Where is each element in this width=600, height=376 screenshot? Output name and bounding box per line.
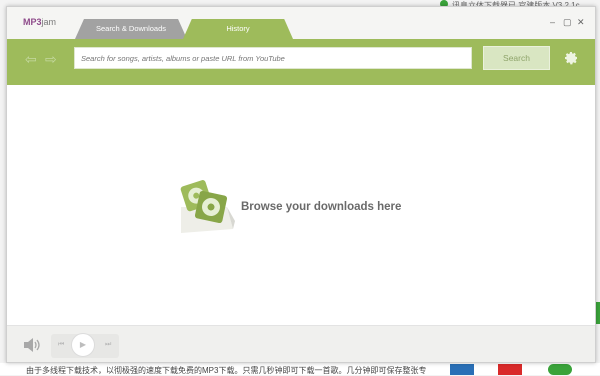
background-page-footer: 由于多线程下载技术，以彻极强的速度下载免费的MP3下载。只需几秒钟即可下载一首歌… — [0, 363, 600, 375]
play-button[interactable]: ▶ — [71, 333, 95, 357]
music-downloads-icon — [180, 180, 235, 233]
background-blue-icon — [450, 364, 474, 375]
background-footer-text: 由于多线程下载技术，以彻极强的速度下载免费的MP3下载。只需几秒钟即可下载一首歌… — [26, 366, 427, 375]
search-input[interactable] — [74, 47, 472, 69]
background-green-icon — [548, 364, 572, 375]
next-track-button[interactable]: ⏭ — [105, 341, 111, 349]
back-arrow-icon[interactable]: ⇦ — [25, 51, 37, 68]
forward-arrow-icon[interactable]: ⇨ — [45, 51, 57, 68]
volume-icon[interactable] — [23, 337, 41, 353]
close-button[interactable]: ✕ — [577, 17, 585, 28]
restore-button[interactable]: ▢ — [563, 17, 572, 28]
player-bar: ⏮ ▶ ⏭ — [7, 325, 595, 362]
search-button[interactable]: Search — [483, 46, 550, 70]
previous-track-button[interactable]: ⏮ — [58, 341, 64, 349]
tab-search-downloads[interactable]: Search & Downloads — [75, 19, 187, 39]
app-window: MP3jam Search & Downloads History – ▢ ✕ … — [6, 6, 596, 363]
history-content-area: Browse your downloads here — [7, 85, 595, 325]
title-bar: MP3jam Search & Downloads History – ▢ ✕ — [7, 7, 595, 39]
settings-gear-icon[interactable] — [563, 50, 579, 66]
background-red-icon — [498, 364, 522, 375]
minimize-button[interactable]: – — [550, 17, 555, 27]
empty-state-message: Browse your downloads here — [241, 201, 402, 213]
playback-controls: ⏮ ▶ ⏭ — [51, 333, 119, 358]
tab-history[interactable]: History — [183, 19, 293, 39]
app-logo: MP3jam — [23, 17, 57, 27]
